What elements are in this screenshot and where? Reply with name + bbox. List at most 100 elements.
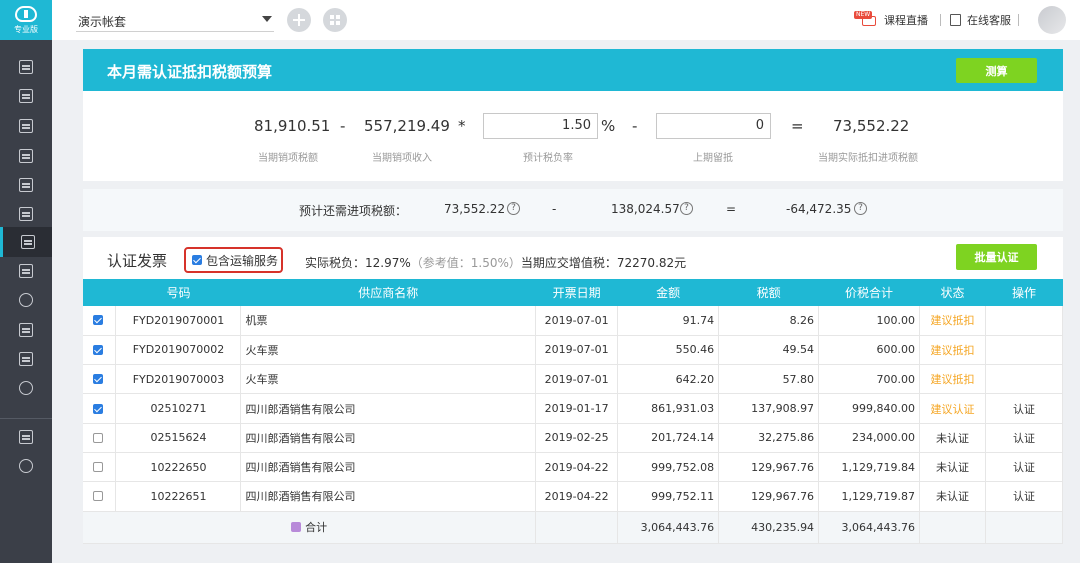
estimate-minus: - xyxy=(552,202,557,216)
column-action[interactable]: 操作 xyxy=(985,279,1063,306)
calculate-button[interactable]: 测算 xyxy=(956,58,1037,83)
equals-operator: = xyxy=(791,117,804,135)
invoice-date: 2019-01-17 xyxy=(535,393,619,424)
total-label: 合计 xyxy=(305,521,328,535)
column-select xyxy=(83,279,116,306)
sidebar-item-chart[interactable] xyxy=(0,111,52,141)
sidebar-item-image[interactable] xyxy=(0,256,52,286)
invoice-header: 认证发票 包含运输服务 实际税负：12.97%（参考值：1.50%）当期应交增值… xyxy=(83,237,1063,279)
tax-amount: 137,908.97 xyxy=(718,393,820,424)
logo[interactable]: 专业版 xyxy=(0,0,52,40)
total-row: 合计 3,064,443.76 430,235.94 3,064,443.76 xyxy=(83,511,1064,544)
online-service-label: 在线客服 xyxy=(967,14,1011,27)
total-sum: 3,064,443.76 xyxy=(818,511,921,544)
export-icon xyxy=(19,323,33,337)
checkbox-icon[interactable] xyxy=(93,462,103,473)
invoice-number: 10222651 xyxy=(115,481,242,512)
column-status[interactable]: 状态 xyxy=(919,279,986,306)
account-select[interactable]: 演示帐套 xyxy=(76,10,274,32)
table-row[interactable]: 02510271 四川郎酒销售有限公司 2019-01-17 861,931.03 13… xyxy=(83,393,1064,424)
column-date[interactable]: 开票日期 xyxy=(535,279,618,306)
sidebar-item-shield[interactable] xyxy=(0,344,52,374)
sidebar-item-invoice[interactable] xyxy=(0,81,52,111)
amount: 201,724.14 xyxy=(617,423,720,453)
help-icon-2[interactable]: ? xyxy=(680,202,693,215)
chart-icon xyxy=(19,119,33,133)
checkbox-checked-icon[interactable] xyxy=(93,403,103,414)
checkbox-checked-icon[interactable] xyxy=(93,374,103,385)
checkbox-checked-icon[interactable] xyxy=(93,344,103,355)
sidebar-item-tax[interactable] xyxy=(0,227,52,257)
times-operator: * xyxy=(458,117,466,135)
checkbox-icon[interactable] xyxy=(93,432,103,443)
row-checkbox xyxy=(83,306,117,336)
sidebar-item-video[interactable] xyxy=(0,422,52,452)
checkbox-icon[interactable] xyxy=(93,491,103,502)
total-tax: 430,235.94 xyxy=(718,511,820,544)
estimate-a-value: 73,552.22 xyxy=(444,202,506,216)
table-row[interactable]: FYD2019070003 火车票 2019-07-01 642.20 57.80 700… xyxy=(83,364,1064,395)
certify-action[interactable]: 认证 xyxy=(985,481,1064,512)
row-checkbox xyxy=(83,335,117,366)
sidebar-item-building[interactable] xyxy=(0,141,52,171)
table-row[interactable]: 02515624 四川郎酒销售有限公司 2019-02-25 201,724.14 32… xyxy=(83,423,1064,453)
table-row[interactable]: 10222651 四川郎酒销售有限公司 2019-04-22 999,752.11 12… xyxy=(83,481,1064,512)
sidebar-item-speed[interactable] xyxy=(0,451,52,481)
column-amount[interactable]: 金额 xyxy=(617,279,719,306)
column-number[interactable]: 号码 xyxy=(115,279,241,306)
supplier-name: 火车票 xyxy=(240,364,537,395)
certify-action[interactable]: 认证 xyxy=(985,393,1064,424)
online-service-link[interactable]: 在线客服 xyxy=(950,12,1011,28)
result-value: 73,552.22 xyxy=(833,117,910,135)
avatar[interactable] xyxy=(1038,6,1066,34)
topbar-separator xyxy=(940,14,941,26)
sidebar-item-calculator[interactable] xyxy=(0,170,52,200)
output-tax-value: 81,910.51 xyxy=(254,117,331,135)
help-icon-3[interactable]: ? xyxy=(854,202,867,215)
sidebar-item-export[interactable] xyxy=(0,315,52,345)
batch-certify-button[interactable]: 批量认证 xyxy=(956,244,1037,270)
amount: 550.46 xyxy=(617,335,720,366)
total-amount-cell: 600.00 xyxy=(818,335,921,366)
table-row[interactable]: FYD2019070001 机票 2019-07-01 91.74 8.26 100.00… xyxy=(83,306,1064,336)
table-row[interactable]: FYD2019070002 火车票 2019-07-01 550.46 49.54 600… xyxy=(83,335,1064,366)
image-icon xyxy=(19,264,33,278)
tax-amount: 8.26 xyxy=(718,306,820,336)
certify-action[interactable]: 认证 xyxy=(985,452,1064,483)
row-checkbox xyxy=(83,452,117,483)
certify-action[interactable] xyxy=(985,335,1064,366)
amount: 91.74 xyxy=(617,306,720,336)
sidebar-item-settings[interactable] xyxy=(0,373,52,403)
sidebar-item-stamp[interactable] xyxy=(0,285,52,315)
minus-operator-2: - xyxy=(632,117,638,135)
certify-action[interactable] xyxy=(985,364,1064,395)
total-amount-cell: 1,129,719.87 xyxy=(818,481,921,512)
retained-input[interactable]: 0 xyxy=(656,113,771,139)
live-course-link[interactable]: NEW 课程直播 xyxy=(854,11,928,28)
table-row[interactable]: 10222650 四川郎酒销售有限公司 2019-04-22 999,752.08 12… xyxy=(83,452,1064,483)
status: 未认证 xyxy=(919,481,986,512)
add-button[interactable] xyxy=(287,8,311,32)
tax-rate-input[interactable]: 1.50 xyxy=(483,113,598,139)
column-total[interactable]: 价税合计 xyxy=(818,279,920,306)
sales-income-label: 当期销项收入 xyxy=(372,153,432,164)
sidebar-item-list[interactable] xyxy=(0,52,52,82)
supplier-name: 火车票 xyxy=(240,335,537,366)
certify-action[interactable] xyxy=(985,306,1064,336)
column-tax[interactable]: 税额 xyxy=(718,279,819,306)
help-icon[interactable]: ? xyxy=(507,202,520,215)
tax-amount: 49.54 xyxy=(718,335,820,366)
tax-icon xyxy=(20,235,35,249)
certify-action[interactable]: 认证 xyxy=(985,423,1064,453)
apps-grid-button[interactable] xyxy=(323,8,347,32)
column-supplier[interactable]: 供应商名称 xyxy=(240,279,536,306)
estimate-equals: = xyxy=(726,202,737,216)
status: 建议抵扣 xyxy=(919,364,986,395)
budget-title: 本月需认证抵扣税额预算 xyxy=(107,63,273,81)
vat-payable: 当期应交增值税：72270.82元 xyxy=(520,256,687,270)
output-tax-label: 当期销项税额 xyxy=(258,153,318,164)
include-transport-checkbox[interactable]: 包含运输服务 xyxy=(184,247,283,273)
sidebar-item-receipt[interactable] xyxy=(0,199,52,229)
checkbox-checked-icon[interactable] xyxy=(93,315,103,326)
estimate-row: 预计还需进项税额： 73,552.22 ? - 138,024.57 ? = -… xyxy=(83,189,1063,231)
